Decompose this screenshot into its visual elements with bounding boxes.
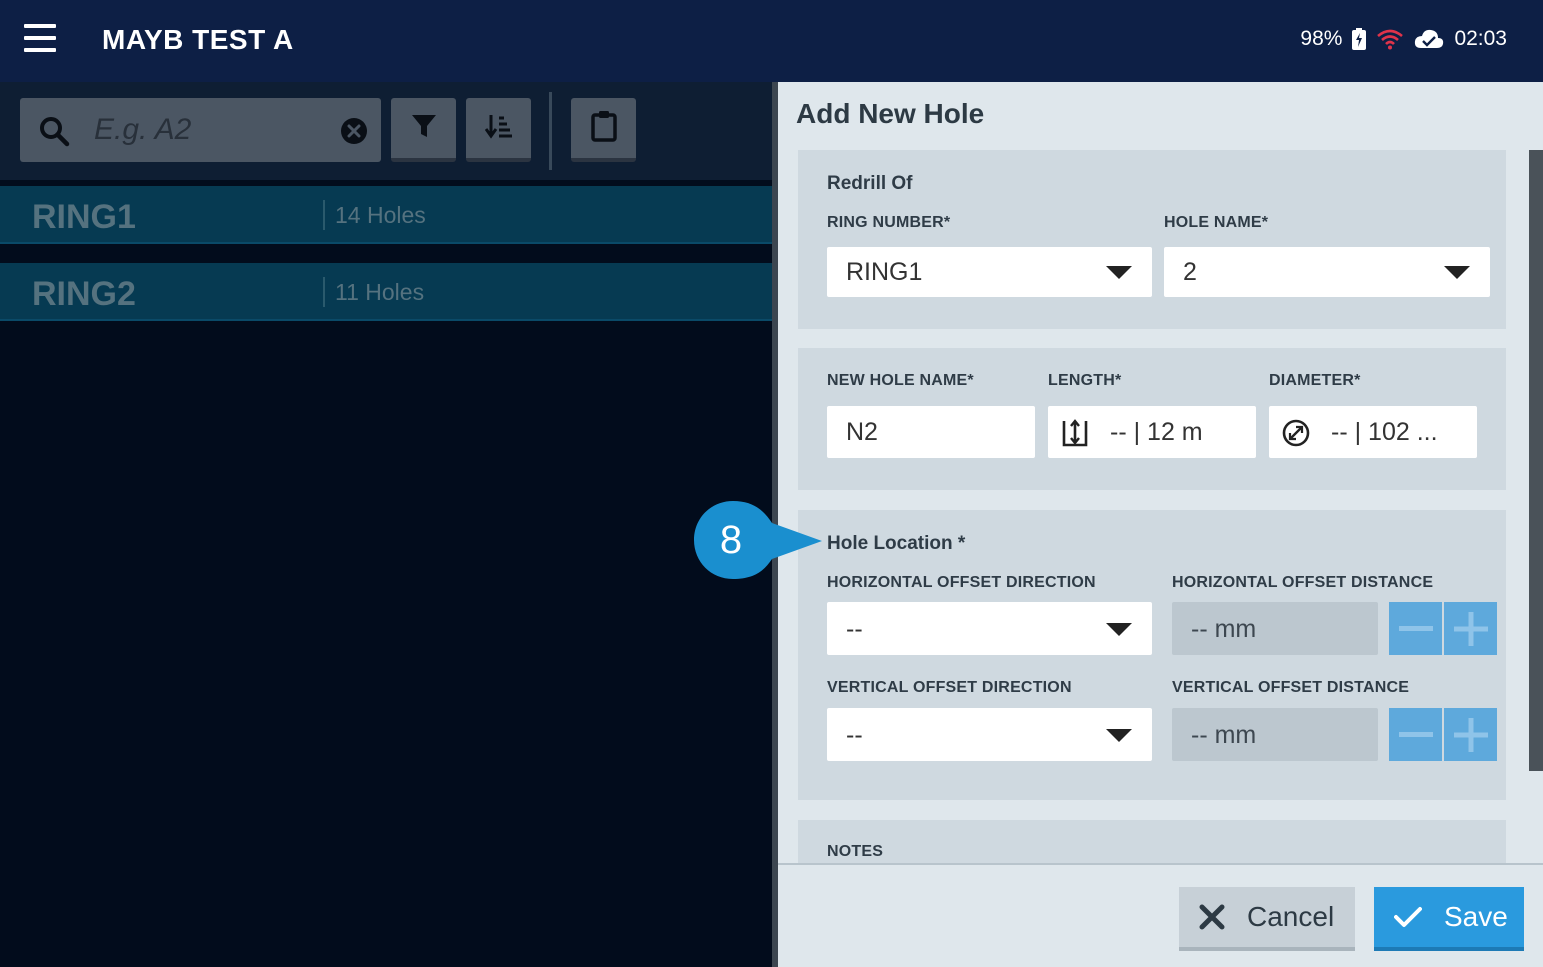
decrement-button[interactable] bbox=[1389, 602, 1442, 655]
save-button[interactable]: Save bbox=[1374, 887, 1524, 951]
vertical-direction-value: -- bbox=[846, 721, 863, 749]
chevron-down-icon bbox=[1106, 623, 1132, 636]
ring-name: RING2 bbox=[32, 275, 136, 313]
panel-title: Add New Hole bbox=[796, 98, 985, 129]
hole-name-value: 2 bbox=[1183, 258, 1197, 286]
hole-location-card: Hole Location * HORIZONTAL OFFSET DIRECT… bbox=[798, 510, 1506, 800]
notes-label: NOTES bbox=[827, 843, 884, 860]
callout-number: 8 bbox=[719, 517, 743, 562]
ring-hole-count: 11 Holes bbox=[335, 279, 425, 305]
save-label: Save bbox=[1444, 901, 1508, 932]
horizontal-distance-stepper bbox=[1389, 602, 1497, 655]
diameter-input[interactable]: -- | 102 ... bbox=[1269, 406, 1477, 458]
clipboard-button[interactable] bbox=[571, 98, 636, 162]
diameter-icon bbox=[1281, 418, 1311, 453]
increment-button[interactable] bbox=[1444, 602, 1497, 655]
length-label: LENGTH* bbox=[1048, 372, 1122, 389]
search-icon bbox=[38, 115, 70, 152]
toolbar-divider bbox=[549, 92, 552, 170]
filter-icon bbox=[411, 113, 437, 144]
battery-charging-icon bbox=[1352, 28, 1367, 50]
horizontal-direction-dropdown[interactable]: -- bbox=[827, 602, 1152, 655]
horizontal-distance-value: -- mm bbox=[1191, 615, 1257, 643]
vertical-distance-label: VERTICAL OFFSET DISTANCE bbox=[1172, 679, 1410, 696]
ring-number-value: RING1 bbox=[846, 258, 923, 286]
row-separator bbox=[323, 200, 325, 230]
hole-name-label: HOLE NAME* bbox=[1164, 214, 1269, 231]
sort-button[interactable] bbox=[466, 98, 531, 162]
wifi-icon bbox=[1376, 28, 1404, 50]
horizontal-direction-label: HORIZONTAL OFFSET DIRECTION bbox=[827, 574, 1096, 591]
vertical-direction-dropdown[interactable]: -- bbox=[827, 708, 1152, 761]
redrill-card: Redrill Of RING NUMBER* HOLE NAME* RING1… bbox=[798, 150, 1506, 329]
app-title: MAYB TEST A bbox=[102, 24, 294, 55]
search-box[interactable] bbox=[20, 98, 381, 162]
status-bar: 98% 02:03 bbox=[1300, 27, 1507, 51]
horizontal-distance-input[interactable]: -- mm bbox=[1172, 602, 1378, 655]
length-icon bbox=[1061, 418, 1089, 453]
hamburger-menu-icon[interactable] bbox=[24, 24, 56, 52]
app: MAYB TEST A 98% 02:03 E.g. A2 RING1 14 H… bbox=[0, 0, 1543, 967]
ring-number-dropdown[interactable]: RING1 bbox=[827, 247, 1152, 297]
ring-list-pane: RING1 14 Holes RING2 11 Holes bbox=[0, 82, 772, 967]
hole-name-dropdown[interactable]: 2 bbox=[1164, 247, 1490, 297]
decrement-button[interactable] bbox=[1389, 708, 1442, 761]
cancel-button[interactable]: Cancel bbox=[1179, 887, 1355, 951]
search-input[interactable] bbox=[94, 110, 324, 150]
list-toolbar bbox=[0, 82, 772, 180]
chevron-down-icon bbox=[1444, 266, 1470, 279]
clipboard-icon bbox=[590, 110, 617, 147]
horizontal-distance-label: HORIZONTAL OFFSET DISTANCE bbox=[1172, 574, 1434, 591]
cloud-sync-icon bbox=[1414, 28, 1444, 50]
list-item-ring1[interactable]: RING1 14 Holes bbox=[0, 186, 772, 244]
vertical-direction-label: VERTICAL OFFSET DIRECTION bbox=[827, 679, 1072, 696]
clock-time: 02:03 bbox=[1454, 27, 1507, 50]
sort-icon bbox=[484, 112, 513, 145]
increment-button[interactable] bbox=[1444, 708, 1497, 761]
notes-card: NOTES bbox=[798, 820, 1506, 863]
diameter-label: DIAMETER* bbox=[1269, 372, 1361, 389]
new-hole-name-input[interactable]: N2 bbox=[827, 406, 1035, 458]
hole-location-title: Hole Location * bbox=[827, 533, 966, 554]
vertical-distance-input[interactable]: -- mm bbox=[1172, 708, 1378, 761]
length-input[interactable]: -- | 12 m bbox=[1048, 406, 1256, 458]
length-value: -- | 12 m bbox=[1110, 418, 1203, 446]
ring-hole-count: 14 Holes bbox=[335, 202, 426, 228]
new-hole-name-label: NEW HOLE NAME* bbox=[827, 372, 974, 389]
panel-scrollbar[interactable] bbox=[1529, 150, 1543, 771]
clear-search-icon[interactable] bbox=[341, 118, 367, 149]
diameter-value: -- | 102 ... bbox=[1331, 418, 1438, 446]
ring-name: RING1 bbox=[32, 198, 136, 236]
horizontal-direction-value: -- bbox=[846, 615, 863, 643]
close-icon bbox=[1199, 904, 1225, 930]
vertical-distance-stepper bbox=[1389, 708, 1497, 761]
step-callout: 8 bbox=[694, 501, 824, 584]
new-hole-name-value: N2 bbox=[846, 418, 878, 446]
hole-details-card: NEW HOLE NAME* LENGTH* DIAMETER* N2 -- |… bbox=[798, 348, 1506, 490]
redrill-title: Redrill Of bbox=[827, 173, 913, 194]
panel-footer: Cancel Save bbox=[778, 863, 1543, 967]
chevron-down-icon bbox=[1106, 729, 1132, 742]
list-item-ring2[interactable]: RING2 11 Holes bbox=[0, 263, 772, 321]
row-separator bbox=[323, 277, 325, 307]
vertical-distance-value: -- mm bbox=[1191, 721, 1257, 749]
checkmark-icon bbox=[1394, 907, 1422, 927]
ring-number-label: RING NUMBER* bbox=[827, 214, 951, 231]
battery-percentage: 98% bbox=[1300, 27, 1343, 50]
add-hole-panel: Add New Hole Redrill Of RING NUMBER* HOL… bbox=[772, 82, 1543, 967]
cancel-label: Cancel bbox=[1247, 901, 1335, 932]
filter-button[interactable] bbox=[391, 98, 456, 162]
app-header: MAYB TEST A 98% 02:03 bbox=[0, 0, 1543, 82]
chevron-down-icon bbox=[1106, 266, 1132, 279]
